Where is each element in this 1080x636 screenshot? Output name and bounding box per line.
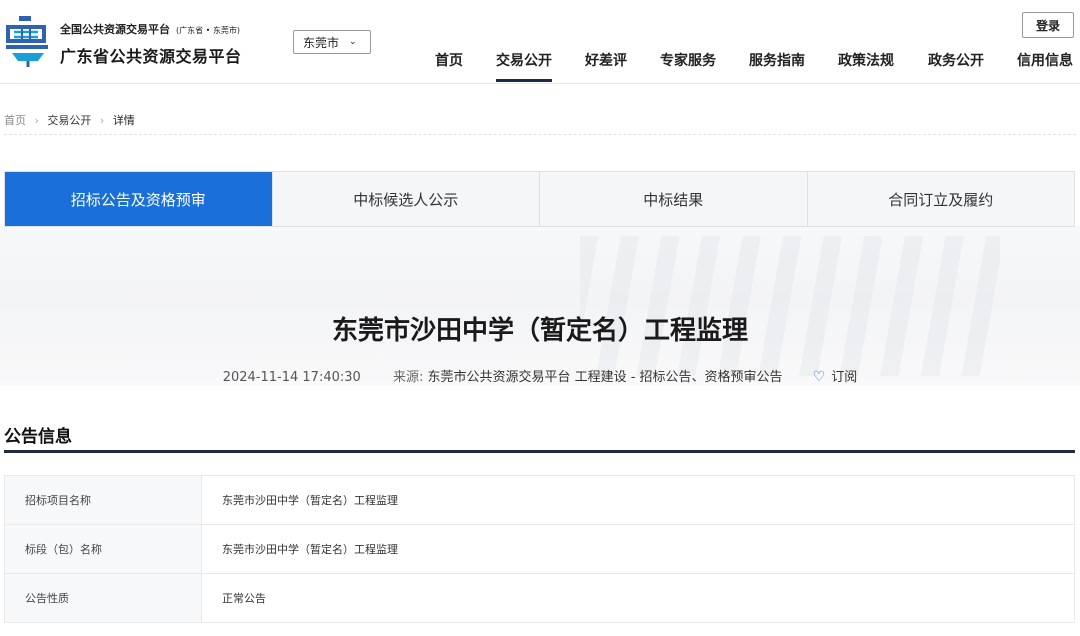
row-label: 标段（包）名称 (4, 524, 202, 574)
stage-tabs: 招标公告及资格预审 中标候选人公示 中标结果 合同订立及履约 (4, 171, 1075, 227)
row-value: 东莞市沙田中学（暂定名）工程监理 (201, 475, 1075, 525)
brand-region-text: (广东省 • 东莞市) (176, 26, 241, 35)
breadcrumb-current: 详情 (112, 114, 135, 127)
row-label: 公告性质 (4, 573, 202, 623)
nav-item-expert[interactable]: 专家服务 (660, 48, 716, 84)
chevron-down-icon: ⌄ (349, 37, 357, 47)
tab-contract[interactable]: 合同订立及履约 (806, 172, 1075, 226)
breadcrumb-separator-icon: › (99, 114, 105, 127)
row-label: 招标项目名称 (4, 475, 202, 525)
article-datetime: 2024-11-14 17:40:30 (222, 370, 361, 385)
brand-national-title: 全国公共资源交易平台 (广东省 • 东莞市) (60, 21, 240, 37)
table-row: 招标项目名称 东莞市沙田中学（暂定名）工程监理 (4, 475, 1075, 525)
subscribe-label: 订阅 (831, 370, 858, 385)
nav-item-home[interactable]: 首页 (435, 48, 463, 84)
site-header: 全国公共资源交易平台 (广东省 • 东莞市) 广东省公共资源交易平台 东莞市 ⌄ … (0, 0, 1080, 84)
brand-national-text: 全国公共资源交易平台 (60, 23, 170, 36)
breadcrumb-separator-icon: › (34, 114, 39, 127)
row-value: 东莞市沙田中学（暂定名）工程监理 (201, 524, 1075, 574)
hero-background (0, 226, 1080, 386)
subscribe-button[interactable]: ♡ 订阅 (812, 369, 858, 385)
section-underline (4, 450, 1075, 453)
table-row: 公告性质 正常公告 (4, 573, 1075, 623)
nav-item-rating[interactable]: 好差评 (585, 48, 627, 84)
breadcrumb: 首页 › 交易公开 › 详情 (4, 112, 135, 128)
nav-item-guide[interactable]: 服务指南 (749, 48, 805, 84)
main-nav: 首页 交易公开 好差评 专家服务 服务指南 政策法规 政务公开 信用信息 (0, 48, 1080, 84)
nav-item-gov[interactable]: 政务公开 (928, 48, 984, 84)
nav-item-trading[interactable]: 交易公开 (496, 48, 552, 84)
article-source-label: 来源: (392, 370, 424, 385)
nav-item-policy[interactable]: 政策法规 (838, 48, 894, 84)
row-value: 正常公告 (201, 573, 1075, 623)
article-source: 东莞市公共资源交易平台 工程建设 - 招标公告、资格预审公告 (427, 370, 783, 385)
article-title: 东莞市沙田中学（暂定名）工程监理 (331, 316, 748, 346)
article-meta: 2024-11-14 17:40:30 来源: 东莞市公共资源交易平台 工程建设… (0, 366, 1080, 385)
tab-tender-notice[interactable]: 招标公告及资格预审 (5, 172, 272, 226)
section-title: 公告信息 (4, 427, 72, 447)
login-button[interactable]: 登录 (1022, 12, 1074, 38)
nav-item-credit[interactable]: 信用信息 (1017, 48, 1073, 84)
table-row: 标段（包）名称 东莞市沙田中学（暂定名）工程监理 (4, 524, 1075, 574)
breadcrumb-home[interactable]: 首页 (4, 114, 26, 127)
tab-candidate-notice[interactable]: 中标候选人公示 (271, 172, 540, 226)
breadcrumb-trading[interactable]: 交易公开 (47, 114, 91, 127)
tab-award-result[interactable]: 中标结果 (539, 172, 807, 226)
breadcrumb-divider (4, 134, 1076, 135)
heart-icon: ♡ (812, 369, 826, 385)
notice-info-table: 招标项目名称 东莞市沙田中学（暂定名）工程监理 标段（包）名称 东莞市沙田中学（… (4, 475, 1075, 623)
